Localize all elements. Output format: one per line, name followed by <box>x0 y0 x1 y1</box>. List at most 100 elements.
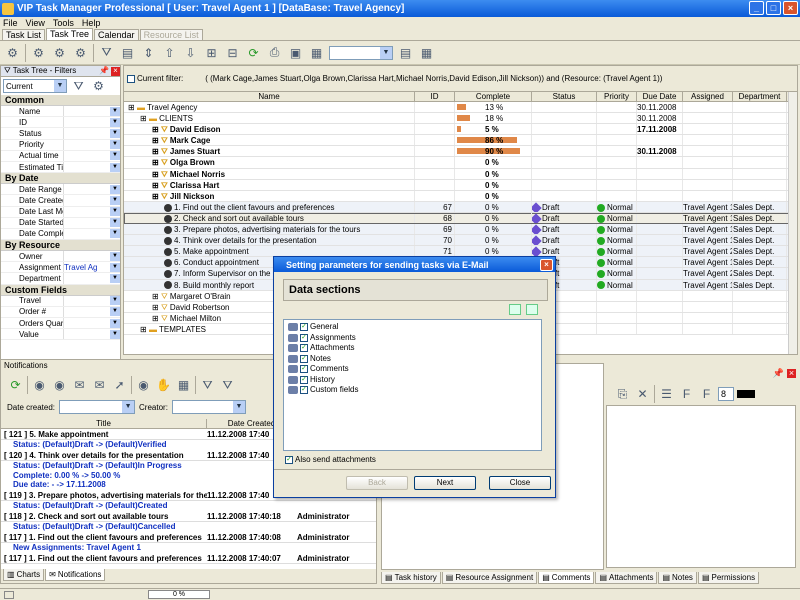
task-row[interactable]: 4. Think over details for the presentati… <box>124 235 797 247</box>
filter-value[interactable]: ▼ <box>63 150 120 161</box>
tab-notifications[interactable]: ✉ Notifications <box>45 569 106 581</box>
chevron-down-icon[interactable]: ▼ <box>110 162 120 172</box>
outdent-icon[interactable]: ⊟ <box>224 45 241 61</box>
expand-icon[interactable]: ⊞ <box>152 158 161 167</box>
section-checkbox[interactable]: ✓ <box>300 365 308 374</box>
move-icon[interactable]: ⇕ <box>140 45 157 61</box>
delete-icon[interactable]: ✕ <box>634 386 651 402</box>
filter-row[interactable]: Priority ▼ <box>1 139 120 151</box>
task-row[interactable]: ⊞ ⛛ Olga Brown 0 % <box>124 157 797 169</box>
task-row[interactable]: ⊞ ⛛ Jill Nickson 0 % <box>124 190 797 202</box>
filter-row[interactable]: Actual time ▼ <box>1 150 120 162</box>
chevron-down-icon[interactable]: ▼ <box>110 128 120 138</box>
col-due-date[interactable]: Due Date <box>637 92 683 101</box>
tab-charts[interactable]: ▥ Charts <box>3 569 45 581</box>
chevron-down-icon[interactable]: ▼ <box>110 274 120 284</box>
also-attach-checkbox[interactable]: ✓ <box>285 455 293 464</box>
chevron-down-icon[interactable]: ▼ <box>110 195 120 205</box>
indent-icon[interactable]: ⊞ <box>203 45 220 61</box>
new-task-icon[interactable]: ⚙ <box>4 45 21 61</box>
dialog-close-icon[interactable]: × <box>540 258 553 271</box>
filter-row[interactable]: Orders Quantity ▼ <box>1 318 120 330</box>
edit-task-icon[interactable]: ⚙ <box>51 45 68 61</box>
next-button[interactable]: Next <box>414 476 476 490</box>
section-item[interactable]: ✓ History <box>284 375 541 386</box>
filter-value[interactable]: ▼ <box>63 184 120 195</box>
task-row[interactable]: ⊞ ▬ Travel Agency 13 % 30.11.2008 <box>124 102 797 114</box>
move-up-icon[interactable]: ⇧ <box>161 45 178 61</box>
chevron-down-icon[interactable]: ▼ <box>110 296 120 306</box>
filter-value[interactable]: ▼ <box>63 195 120 206</box>
section-item[interactable]: ✓ Comments <box>284 364 541 375</box>
delete-task-icon[interactable]: ⚙ <box>72 45 89 61</box>
filter-value[interactable]: ▼ <box>63 128 120 139</box>
apply-filter-icon[interactable]: ⛛ <box>70 78 87 94</box>
print-icon[interactable]: ⎙ <box>266 45 283 61</box>
task-row[interactable]: 1. Find out the client favours and prefe… <box>124 201 797 213</box>
toolbar-combo[interactable]: ▼ <box>329 45 393 60</box>
filter-row[interactable]: Owner ▼ <box>1 251 120 263</box>
tab-task-tree[interactable]: Task Tree <box>46 28 94 40</box>
filter-row[interactable]: Department ▼ <box>1 273 120 285</box>
maximize-button[interactable]: □ <box>766 1 781 15</box>
col-id[interactable]: ID <box>415 92 455 101</box>
chevron-down-icon[interactable]: ▼ <box>110 184 120 194</box>
filter-preset-select[interactable]: Current ▼ <box>3 79 67 93</box>
col-title[interactable]: Title <box>1 419 207 428</box>
uncheck-all-icon[interactable] <box>526 304 538 315</box>
filter-value[interactable]: ▼ <box>63 217 120 228</box>
filter-section-header[interactable]: Custom Fields <box>1 284 120 296</box>
task-row[interactable]: ⊞ ⛛ Mark Cage 86 % <box>124 135 797 147</box>
check-all-icon[interactable] <box>509 304 521 315</box>
section-checkbox[interactable]: ✓ <box>300 386 308 395</box>
filter-section-header[interactable]: Common <box>1 95 120 106</box>
unread-icon[interactable]: ✉ <box>91 377 108 393</box>
filter-icon[interactable]: ⛛ <box>199 377 216 393</box>
section-item[interactable]: ✓ Assignments <box>284 333 541 344</box>
goto-icon[interactable]: ➚ <box>111 377 128 393</box>
task-row[interactable]: ⊞ ⛛ Clarissa Hart 0 % <box>124 179 797 191</box>
filter-row[interactable]: Name ▼ <box>1 106 120 118</box>
chevron-down-icon[interactable]: ▼ <box>110 117 120 127</box>
notification-row[interactable]: [ 118 ] 2. Check and sort out available … <box>1 511 376 523</box>
filter-value[interactable]: ▼ <box>63 273 120 284</box>
filter-row[interactable]: Assignment Travel Ag ▼ <box>1 262 120 274</box>
list-icon[interactable]: ☰ <box>658 386 675 402</box>
hand-icon[interactable]: ✋ <box>155 377 172 393</box>
section-checkbox[interactable]: ✓ <box>300 333 308 342</box>
view-icon[interactable]: ◉ <box>135 377 152 393</box>
menu-help[interactable]: Help <box>82 18 101 28</box>
task-row[interactable]: ⊞ ⛛ David Edison 5 % 17.11.2008 <box>124 124 797 136</box>
task-row[interactable]: 3. Prepare photos, advertising materials… <box>124 224 797 236</box>
chevron-down-icon[interactable]: ▼ <box>110 140 120 150</box>
chevron-down-icon[interactable]: ▼ <box>110 307 120 317</box>
chevron-down-icon[interactable]: ▼ <box>110 329 120 339</box>
filter-row[interactable]: Date Started ▼ <box>1 217 120 229</box>
filter-row[interactable]: ID ▼ <box>1 117 120 129</box>
filter-value[interactable]: Travel Ag ▼ <box>63 262 120 273</box>
section-checkbox[interactable]: ✓ <box>300 344 308 353</box>
filter-value[interactable]: ▼ <box>63 306 120 317</box>
filter-row[interactable]: Date Completed ▼ <box>1 228 120 241</box>
tab-task-history[interactable]: ▤ Task history <box>381 572 441 584</box>
pin-icon[interactable]: 📌 <box>773 368 784 379</box>
minimize-button[interactable]: _ <box>749 1 764 15</box>
filter-value[interactable]: ▼ <box>63 206 120 217</box>
grid-scrollbar[interactable] <box>788 92 797 354</box>
section-checkbox[interactable]: ✓ <box>300 323 308 332</box>
notification-row[interactable]: [ 117 ] 1. Find out the client favours a… <box>1 532 376 544</box>
back-button[interactable]: Back <box>346 476 408 490</box>
filter-value[interactable]: ▼ <box>63 117 120 128</box>
filter-options-icon[interactable]: ⚙ <box>90 78 107 94</box>
tab-attachments[interactable]: ▤ Attachments <box>595 572 658 584</box>
tab-comments[interactable]: ▤ Comments <box>538 572 595 584</box>
creator-select[interactable]: ▼ <box>171 400 246 414</box>
filter-row[interactable]: Date Created ▼ <box>1 195 120 207</box>
chevron-down-icon[interactable]: ▼ <box>110 151 120 161</box>
filter-row[interactable]: Date Range ▼ <box>1 184 120 196</box>
expand-icon[interactable]: ⊞ <box>152 314 161 323</box>
filter-options-icon[interactable]: ⛛ <box>219 377 236 393</box>
close-dialog-button[interactable]: Close <box>489 476 551 490</box>
filter-row[interactable]: Travel ▼ <box>1 295 120 307</box>
task-row[interactable]: ⊞ ⛛ James Stuart 90 % 30.11.2008 <box>124 146 797 158</box>
